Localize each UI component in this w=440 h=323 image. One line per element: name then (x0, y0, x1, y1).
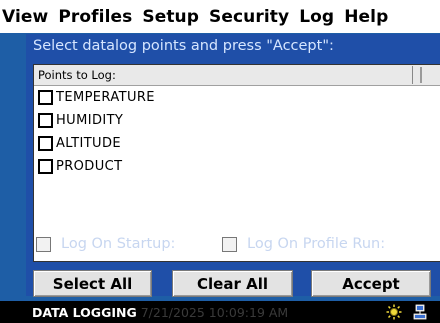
list-header-label: Points to Log: (38, 68, 116, 82)
column-resize-handle[interactable] (420, 67, 422, 83)
menu-security[interactable]: Security (199, 7, 289, 27)
list-item-temperature[interactable]: TEMPERATURE (34, 86, 440, 109)
list-item-label: ALTITUDE (56, 136, 122, 151)
menu-view[interactable]: View (0, 7, 48, 27)
datalog-panel: Select datalog points and press "Accept"… (26, 34, 440, 297)
menu-bar: View Profiles Setup Security Log Help (0, 0, 440, 33)
list-item-label: TEMPERATURE (56, 90, 155, 105)
list-item-humidity[interactable]: HUMIDITY (34, 109, 440, 132)
accept-button[interactable]: Accept (311, 270, 431, 297)
status-timestamp: 7/21/2025 10:09:19 AM (140, 304, 289, 320)
log-on-startup-option[interactable]: Log On Startup: (36, 236, 175, 252)
status-bar: DATA LOGGING 7/21/2025 10:09:19 AM (0, 301, 440, 323)
altitude-checkbox[interactable] (38, 136, 53, 151)
log-on-profile-run-option[interactable]: Log On Profile Run: (222, 236, 385, 252)
network-icon (413, 304, 427, 320)
list-item-label: PRODUCT (56, 159, 123, 174)
list-header: Points to Log: (34, 65, 440, 86)
list-item-label: HUMIDITY (56, 113, 124, 128)
list-item-altitude[interactable]: ALTITUDE (34, 132, 440, 155)
menu-profiles[interactable]: Profiles (48, 7, 132, 27)
menu-setup[interactable]: Setup (132, 7, 199, 27)
status-label: DATA LOGGING (32, 304, 137, 320)
sun-icon (386, 304, 402, 320)
temperature-checkbox[interactable] (38, 90, 53, 105)
instruction-text: Select datalog points and press "Accept"… (33, 38, 334, 54)
log-on-startup-label: Log On Startup: (61, 236, 176, 252)
log-on-profile-run-label: Log On Profile Run: (247, 236, 386, 252)
log-on-startup-checkbox[interactable] (36, 236, 51, 252)
menu-help[interactable]: Help (334, 7, 388, 27)
list-item-product[interactable]: PRODUCT (34, 155, 440, 178)
log-on-profile-run-checkbox[interactable] (222, 236, 237, 252)
product-checkbox[interactable] (38, 159, 53, 174)
humidity-checkbox[interactable] (38, 113, 53, 128)
select-all-button[interactable]: Select All (33, 270, 152, 297)
clear-all-button[interactable]: Clear All (172, 270, 293, 297)
column-divider (412, 66, 413, 84)
menu-log[interactable]: Log (289, 7, 334, 27)
points-list: Points to Log: TEMPERATURE HUMIDITY ALTI… (33, 64, 440, 262)
